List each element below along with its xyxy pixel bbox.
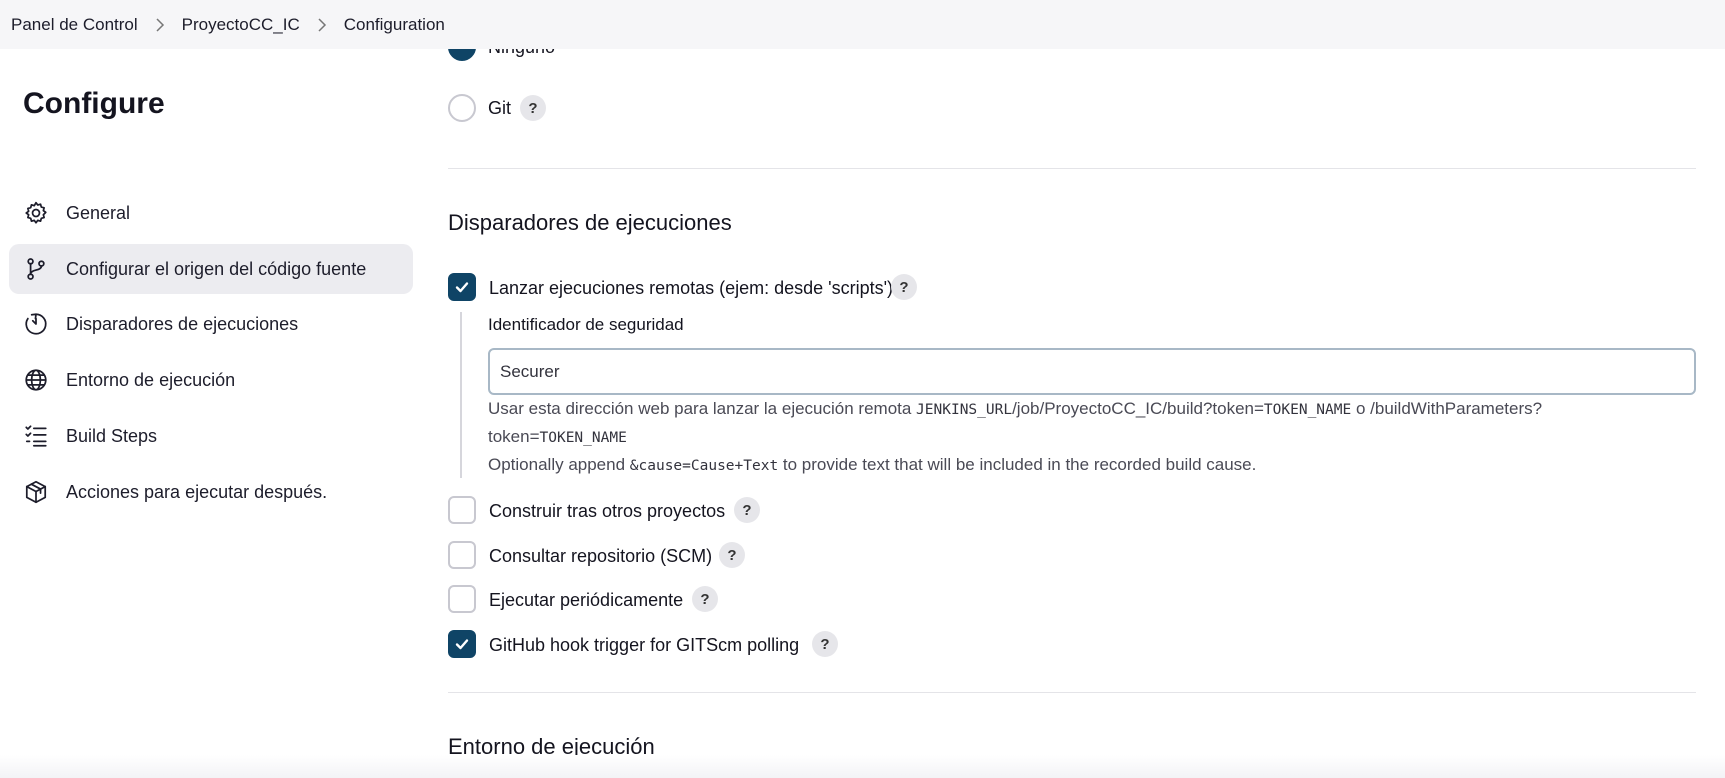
page-title: Configure bbox=[23, 87, 165, 120]
sidebar-item-build-steps[interactable]: Build Steps bbox=[9, 411, 413, 461]
clock-icon bbox=[22, 310, 50, 338]
build-after-projects-checkbox[interactable] bbox=[448, 496, 476, 524]
github-hook-checkbox[interactable] bbox=[448, 630, 476, 658]
help-icon[interactable]: ? bbox=[734, 497, 760, 523]
remote-help-line-3: Optionally append &cause=Cause+Text to p… bbox=[488, 455, 1257, 474]
sidebar-item-label: General bbox=[66, 202, 131, 223]
poll-scm-label: Consultar repositorio (SCM) bbox=[489, 546, 713, 566]
token-field-label: Identificador de seguridad bbox=[488, 315, 684, 334]
help-icon[interactable]: ? bbox=[520, 95, 546, 121]
remote-help-line-1: Usar esta dirección web para lanzar la e… bbox=[488, 399, 1543, 418]
gear-icon bbox=[22, 199, 50, 227]
help-icon[interactable]: ? bbox=[891, 274, 917, 300]
sidebar-item-label: Build Steps bbox=[66, 425, 158, 446]
help-icon[interactable]: ? bbox=[692, 586, 718, 612]
breadcrumb: Panel de Control ProyectoCC_IC Configura… bbox=[0, 0, 1725, 49]
checkmark-icon bbox=[455, 639, 469, 650]
github-hook-label: GitHub hook trigger for GITScm polling bbox=[489, 635, 800, 655]
nested-indent-bar bbox=[460, 312, 462, 478]
sidebar-item-label: Configurar el origen del código fuente bbox=[66, 258, 367, 279]
breadcrumb-item-configuration[interactable]: Configuration bbox=[344, 15, 445, 35]
sidebar-item-environment[interactable]: Entorno de ejecución bbox=[9, 355, 413, 405]
section-divider bbox=[448, 168, 1696, 169]
remote-trigger-checkbox[interactable] bbox=[448, 273, 476, 301]
sidebar-item-label: Entorno de ejecución bbox=[66, 369, 236, 390]
breadcrumb-item-dashboard[interactable]: Panel de Control bbox=[11, 15, 138, 35]
poll-scm-checkbox[interactable] bbox=[448, 541, 476, 569]
list-icon bbox=[22, 422, 50, 450]
sidebar-item-triggers[interactable]: Disparadores de ejecuciones bbox=[9, 299, 413, 349]
remote-help-line-2: token=TOKEN_NAME bbox=[488, 427, 627, 446]
help-icon[interactable]: ? bbox=[719, 542, 745, 568]
token-input[interactable] bbox=[488, 348, 1696, 395]
help-icon[interactable]: ? bbox=[812, 631, 838, 657]
build-periodically-checkbox[interactable] bbox=[448, 585, 476, 613]
scm-git-radio[interactable] bbox=[448, 94, 476, 122]
package-icon bbox=[22, 478, 50, 506]
sidebar-item-label: Disparadores de ejecuciones bbox=[66, 313, 299, 334]
sidebar-item-source-code[interactable]: Configurar el origen del código fuente bbox=[9, 244, 413, 294]
bottom-bar-shadow bbox=[0, 755, 1725, 778]
sidebar-item-general[interactable]: General bbox=[9, 188, 413, 238]
triggers-section-title: Disparadores de ejecuciones bbox=[448, 210, 732, 235]
chevron-right-icon bbox=[300, 17, 344, 32]
checkmark-icon bbox=[455, 282, 469, 293]
section-divider bbox=[448, 692, 1696, 693]
remote-trigger-label: Lanzar ejecuciones remotas (ejem: desde … bbox=[489, 278, 894, 298]
build-after-projects-label: Construir tras otros proyectos bbox=[489, 501, 726, 521]
sidebar-item-post-build[interactable]: Acciones para ejecutar después. bbox=[9, 467, 413, 517]
breadcrumb-item-project[interactable]: ProyectoCC_IC bbox=[182, 15, 300, 35]
branch-icon bbox=[22, 255, 50, 283]
main-content: Ninguno Git ? Disparadores de ejecucione… bbox=[448, 0, 1698, 778]
scm-git-label: Git bbox=[488, 98, 512, 118]
sidebar-item-label: Acciones para ejecutar después. bbox=[66, 481, 328, 502]
chevron-right-icon bbox=[138, 17, 182, 32]
sidebar: Configure General Configurar el origen d… bbox=[0, 49, 420, 778]
globe-icon bbox=[22, 366, 50, 394]
build-periodically-label: Ejecutar periódicamente bbox=[489, 590, 684, 610]
